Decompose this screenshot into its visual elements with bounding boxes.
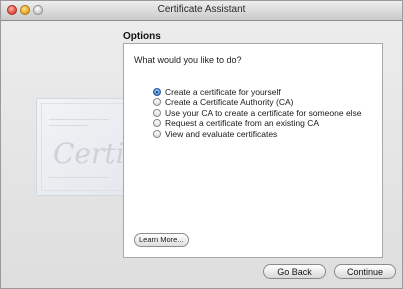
- radio-label: Create a Certificate Authority (CA): [165, 97, 294, 108]
- options-heading: Options: [123, 31, 161, 42]
- options-question: What would you like to do?: [134, 55, 242, 65]
- radio-option-request-certificate[interactable]: Request a certificate from an existing C…: [153, 118, 362, 128]
- continue-button[interactable]: Continue: [334, 264, 396, 279]
- radio-option-view-evaluate[interactable]: View and evaluate certificates: [153, 129, 362, 139]
- radio-label: Request a certificate from an existing C…: [165, 118, 320, 129]
- certificate-line: [49, 125, 89, 126]
- title-bar[interactable]: Certificate Assistant: [1, 1, 402, 21]
- radio-button[interactable]: [153, 98, 161, 107]
- radio-label: View and evaluate certificates: [165, 128, 278, 139]
- learn-more-button[interactable]: Learn More...: [134, 233, 189, 247]
- radio-label: Use your CA to create a certificate for …: [165, 107, 362, 118]
- certificate-assistant-window: Certificate Assistant Certi Options What…: [0, 0, 403, 289]
- radio-button[interactable]: [153, 129, 161, 138]
- radio-option-create-for-yourself[interactable]: Create a certificate for yourself: [153, 87, 362, 97]
- window-title: Certificate Assistant: [157, 4, 246, 15]
- go-back-button[interactable]: Go Back: [263, 264, 326, 279]
- radio-group: Create a certificate for yourself Create…: [153, 87, 362, 139]
- certificate-word: Certi: [53, 137, 125, 170]
- radio-button[interactable]: [153, 119, 161, 128]
- certificate-line: [49, 177, 109, 178]
- radio-option-create-ca[interactable]: Create a Certificate Authority (CA): [153, 97, 362, 107]
- radio-option-use-ca[interactable]: Use your CA to create a certificate for …: [153, 108, 362, 118]
- radio-button[interactable]: [153, 108, 161, 117]
- radio-button[interactable]: [153, 88, 161, 96]
- certificate-line: [49, 119, 109, 120]
- certificate-icon: Certi: [36, 98, 130, 196]
- options-panel: What would you like to do? Create a cert…: [123, 43, 383, 258]
- radio-label: Create a certificate for yourself: [165, 87, 281, 97]
